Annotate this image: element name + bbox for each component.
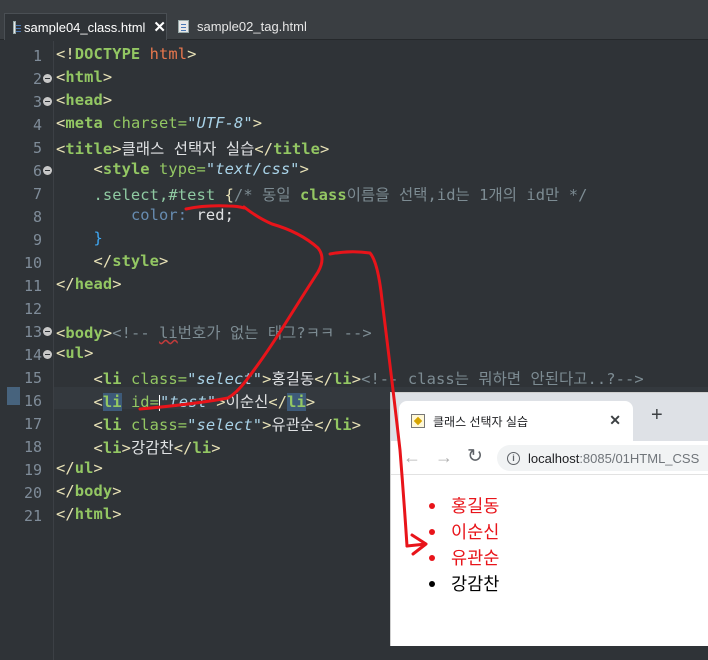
browser-tab[interactable]: 클래스 선택자 실습 ✕ xyxy=(399,401,633,441)
code-line-8: color: red; xyxy=(130,206,234,224)
line-number: 5 xyxy=(32,139,42,157)
code-line-18: <li>강감찬</li> xyxy=(93,439,221,457)
back-arrow-icon[interactable]: ← xyxy=(403,447,421,468)
line-number: 10 xyxy=(23,254,42,272)
line-number: 3 xyxy=(32,93,42,111)
info-icon[interactable]: i xyxy=(507,451,520,465)
line-number: 11 xyxy=(23,277,42,295)
line-number: 6 xyxy=(32,162,42,180)
code-line-19: </ul> xyxy=(56,459,103,477)
list-item: 유관순 xyxy=(429,545,499,571)
rendered-list: 홍길동 이순신 유관순 강감찬 xyxy=(429,493,499,597)
line-number: 19 xyxy=(23,461,42,479)
list-item: 이순신 xyxy=(429,519,499,545)
code-line-20: </body> xyxy=(56,482,122,500)
html-file-icon xyxy=(13,20,22,34)
tab-label: sample04_class.html xyxy=(24,19,146,35)
line-number: 16 xyxy=(23,392,42,410)
code-line-17: <li class="select">유관순</li> xyxy=(93,416,362,434)
page-favicon-icon xyxy=(411,414,425,428)
browser-preview-window: 클래스 선택자 실습 ✕ + ← → ↻ i localhost:8085/01… xyxy=(390,392,708,646)
line-number: 7 xyxy=(32,185,42,203)
code-line-14: <ul> xyxy=(56,344,94,362)
code-line-16: <li id="test">이순신</li> xyxy=(93,393,316,411)
fold-icon[interactable] xyxy=(43,327,52,336)
code-line-5: <title>클래스 선택자 실습</title> xyxy=(56,140,330,158)
code-line-1: <!DOCTYPE html> xyxy=(56,45,197,63)
code-line-13: <body><!-- li번호가 없는 태그?ㅋㅋ --> xyxy=(56,324,372,342)
browser-tab-title: 클래스 선택자 실습 xyxy=(433,414,528,429)
line-number-gutter: 1 2 3 4 5 6 7 8 9 10 11 12 13 14 15 16 1… xyxy=(0,41,54,660)
line-number: 1 xyxy=(32,47,42,65)
line-number: 13 xyxy=(23,323,42,341)
fold-icon[interactable] xyxy=(43,166,52,175)
code-line-9: } xyxy=(93,229,103,247)
reload-icon[interactable]: ↻ xyxy=(467,445,483,468)
tab-label: sample02_tag.html xyxy=(197,19,307,34)
tab-sample02-tag[interactable]: sample02_tag.html xyxy=(170,13,320,40)
code-line-11: </head> xyxy=(56,275,122,293)
list-item: 홍길동 xyxy=(429,493,499,519)
code-line-2: <html> xyxy=(56,68,113,86)
line-number: 4 xyxy=(32,116,42,134)
html-file-icon xyxy=(178,20,189,33)
line-number: 2 xyxy=(32,70,42,88)
close-icon[interactable]: ✕ xyxy=(609,412,621,429)
browser-tab-strip: 클래스 선택자 실습 ✕ + xyxy=(391,393,708,441)
line-number: 15 xyxy=(23,369,42,387)
line-number: 17 xyxy=(23,415,42,433)
code-line-6: <style type="text/css"> xyxy=(93,160,309,178)
code-line-7: .select,#test {/* 동일 class이름을 선택,id는 1개의… xyxy=(93,186,588,204)
tab-sample04-class[interactable]: sample04_class.html ✕ xyxy=(4,13,167,40)
line-number: 21 xyxy=(23,507,42,525)
line-number: 14 xyxy=(23,346,42,364)
url-host: localhost xyxy=(528,450,580,466)
line-number: 20 xyxy=(23,484,42,502)
forward-arrow-icon[interactable]: → xyxy=(435,447,453,468)
url-path: :8085/01HTML_CSS xyxy=(579,450,700,466)
line-number: 12 xyxy=(23,300,42,318)
code-line-4: <meta charset="UTF-8"> xyxy=(56,114,263,132)
line-number: 8 xyxy=(32,208,42,226)
line-number: 9 xyxy=(32,231,42,249)
line-number: 18 xyxy=(23,438,42,456)
address-bar[interactable]: i localhost:8085/01HTML_CSS xyxy=(497,445,708,471)
close-icon[interactable]: ✕ xyxy=(153,18,166,36)
code-line-15: <li class="select">홍길동</li><!-- class는 뭐… xyxy=(93,370,644,388)
new-tab-icon[interactable]: + xyxy=(651,404,663,427)
code-line-21: </html> xyxy=(56,505,122,523)
code-line-10: </style> xyxy=(93,252,169,270)
fold-icon[interactable] xyxy=(43,74,52,83)
browser-toolbar: ← → ↻ i localhost:8085/01HTML_CSS xyxy=(391,441,708,475)
code-line-3: <head> xyxy=(56,91,113,109)
list-item: 강감찬 xyxy=(429,571,499,597)
fold-icon[interactable] xyxy=(43,350,52,359)
editor-tab-bar: sample04_class.html ✕ sample02_tag.html xyxy=(0,0,708,40)
fold-icon[interactable] xyxy=(43,97,52,106)
